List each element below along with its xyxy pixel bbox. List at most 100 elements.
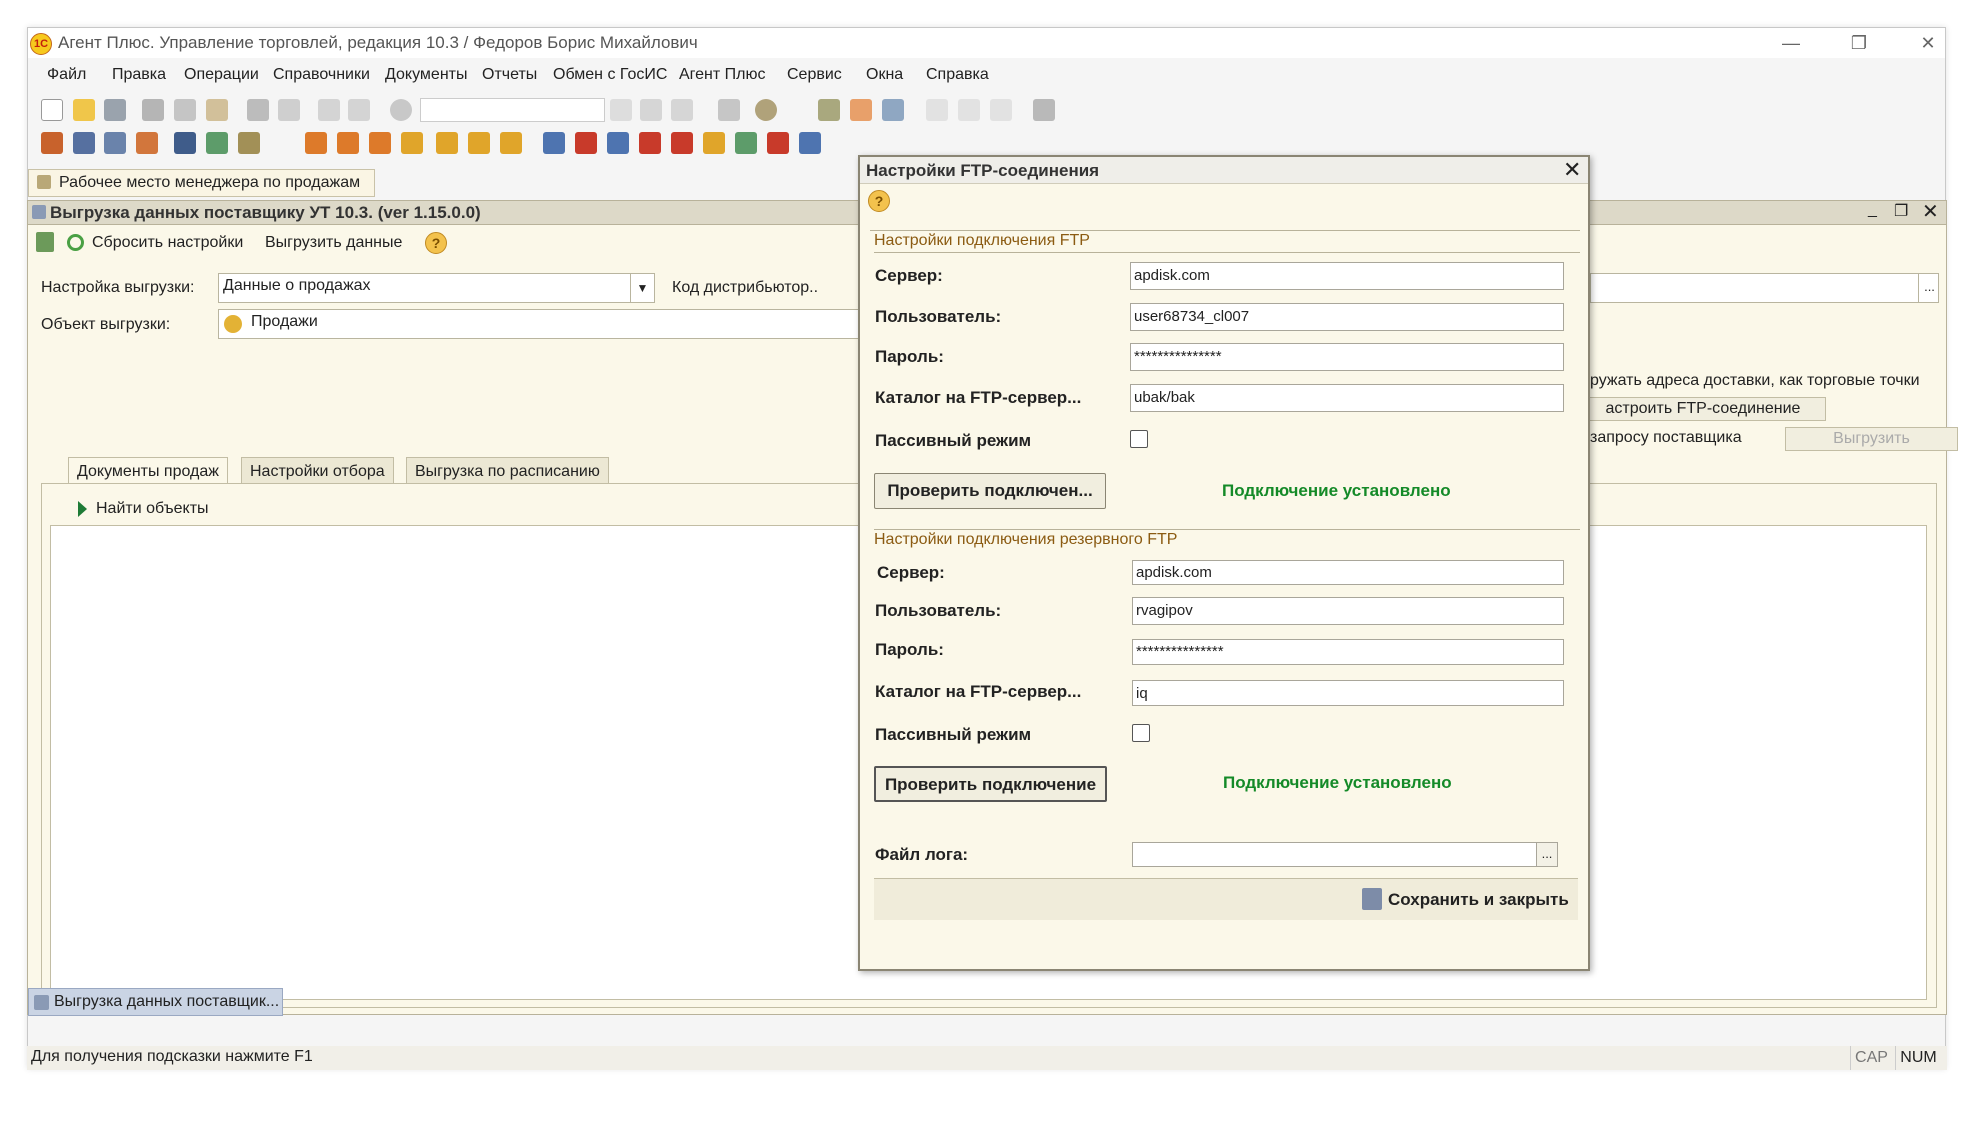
- toolbar-icon-16[interactable]: [575, 132, 597, 154]
- toolbar-icon-17[interactable]: [607, 132, 629, 154]
- windows-icon[interactable]: [718, 99, 740, 121]
- toolbar-icon-6[interactable]: [206, 132, 228, 154]
- info-icon[interactable]: [755, 99, 777, 121]
- save-icon[interactable]: [104, 99, 126, 121]
- close-button[interactable]: ✕: [1908, 30, 1948, 56]
- expand-triangle-icon[interactable]: [78, 501, 87, 517]
- toolbar-icon-11[interactable]: [401, 132, 423, 154]
- calculator-icon[interactable]: [818, 99, 840, 121]
- backup-passive-mode-checkbox[interactable]: [1132, 724, 1150, 742]
- toolbar-icon-19[interactable]: [671, 132, 693, 154]
- distributor-code-input[interactable]: ...: [1590, 273, 1939, 303]
- tab-schedule-export[interactable]: Выгрузка по расписанию: [406, 457, 609, 484]
- export-object-field[interactable]: Продажи: [218, 309, 865, 339]
- tab-sales-documents[interactable]: Документы продаж: [68, 457, 228, 484]
- subwindow-close-button[interactable]: ✕: [1922, 199, 1939, 224]
- toolbar-icon-23[interactable]: [799, 132, 821, 154]
- search-combo[interactable]: [420, 98, 605, 122]
- toolbar-icon-7[interactable]: [238, 132, 260, 154]
- toolbar-icon-22[interactable]: [767, 132, 789, 154]
- export-data-button[interactable]: Выгрузить данные: [265, 234, 402, 252]
- backup-user-input[interactable]: rvagipov: [1132, 597, 1564, 625]
- subwindow-restore-button[interactable]: ❐: [1894, 201, 1908, 221]
- open-folder-icon[interactable]: [73, 99, 95, 121]
- memory-m-icon[interactable]: [926, 99, 948, 121]
- check-connection-button[interactable]: Проверить подключен...: [874, 473, 1106, 509]
- caps-indicator: CAP: [1850, 1046, 1892, 1070]
- subwindow-minimize-button[interactable]: _: [1868, 201, 1877, 219]
- menu-agent-plus[interactable]: Агент Плюс: [679, 66, 766, 84]
- toolbar-icon-5[interactable]: [174, 132, 196, 154]
- menu-edit[interactable]: Правка: [112, 66, 166, 84]
- log-browse-button[interactable]: ...: [1536, 843, 1557, 866]
- settings-wrench-icon[interactable]: [1033, 99, 1055, 121]
- toolbar-icon-15[interactable]: [543, 132, 565, 154]
- backup-ftp-directory-input[interactable]: iq: [1132, 680, 1564, 706]
- memory-plus-icon[interactable]: [958, 99, 980, 121]
- print-preview-icon[interactable]: [278, 99, 300, 121]
- toolbar-icon-3[interactable]: [104, 132, 126, 154]
- undo-icon[interactable]: [318, 99, 340, 121]
- toolbar-icon-10[interactable]: [369, 132, 391, 154]
- save-and-close-button[interactable]: Сохранить и закрыть: [1362, 885, 1574, 915]
- tab-manager-workplace[interactable]: Рабочее место менеджера по продажам: [28, 169, 375, 197]
- export-icon[interactable]: [36, 232, 54, 252]
- toolbar-icon-4[interactable]: [136, 132, 158, 154]
- toolbar-icon-2[interactable]: [73, 132, 95, 154]
- toolbar-icon-12[interactable]: [436, 132, 458, 154]
- toolbar-icon-20[interactable]: [703, 132, 725, 154]
- reset-settings-button[interactable]: Сбросить настройки: [92, 234, 243, 252]
- find-objects-toggle[interactable]: Найти объекты: [96, 500, 209, 518]
- toolbar-icon-13[interactable]: [468, 132, 490, 154]
- server-input[interactable]: apdisk.com: [1130, 262, 1564, 290]
- print-icon[interactable]: [247, 99, 269, 121]
- chevron-down-icon[interactable]: ▼: [630, 274, 654, 302]
- new-document-icon[interactable]: [41, 99, 63, 121]
- users-icon[interactable]: [882, 99, 904, 121]
- menu-file[interactable]: Файл: [47, 66, 86, 84]
- toolbar-icon-18[interactable]: [639, 132, 661, 154]
- backup-server-input[interactable]: apdisk.com: [1132, 560, 1564, 585]
- dialog-help-icon[interactable]: ?: [868, 190, 890, 212]
- backup-check-connection-button[interactable]: Проверить подключение: [874, 766, 1107, 802]
- search-icon[interactable]: [390, 99, 412, 121]
- toolbar-icon-14[interactable]: [500, 132, 522, 154]
- log-file-input[interactable]: ...: [1132, 842, 1558, 867]
- menu-gosis[interactable]: Обмен с ГосИС: [553, 66, 667, 84]
- menu-help[interactable]: Справка: [926, 66, 989, 84]
- help-icon[interactable]: ?: [425, 232, 447, 254]
- distributor-browse-button[interactable]: ...: [1918, 274, 1938, 302]
- export-button-disabled[interactable]: Выгрузить: [1785, 427, 1958, 451]
- calendar-icon[interactable]: [850, 99, 872, 121]
- menu-service[interactable]: Сервис: [787, 66, 842, 84]
- passive-mode-checkbox[interactable]: [1130, 430, 1148, 448]
- copy-icon[interactable]: [174, 99, 196, 121]
- memory-minus-icon[interactable]: [990, 99, 1012, 121]
- export-setting-select[interactable]: Данные о продажах ▼: [218, 273, 655, 303]
- restore-button[interactable]: ❐: [1839, 30, 1879, 56]
- toolbar-icon-21[interactable]: [735, 132, 757, 154]
- toolbar-icon-1[interactable]: [41, 132, 63, 154]
- menu-reports[interactable]: Отчеты: [482, 66, 537, 84]
- dialog-close-button[interactable]: ✕: [1563, 157, 1581, 183]
- taskbar-export-item[interactable]: Выгрузка данных поставщик...: [28, 988, 283, 1016]
- menu-catalogs[interactable]: Справочники: [273, 66, 370, 84]
- clear-search-icon[interactable]: [610, 99, 632, 121]
- cut-icon[interactable]: [142, 99, 164, 121]
- redo-icon[interactable]: [348, 99, 370, 121]
- backup-password-input[interactable]: ***************: [1132, 639, 1564, 665]
- menu-operations[interactable]: Операции: [184, 66, 259, 84]
- minimize-button[interactable]: —: [1771, 30, 1811, 56]
- password-input[interactable]: ***************: [1130, 343, 1564, 371]
- search-prev-icon[interactable]: [671, 99, 693, 121]
- user-input[interactable]: user68734_cl007: [1130, 303, 1564, 331]
- toolbar-icon-9[interactable]: [337, 132, 359, 154]
- paste-icon[interactable]: [206, 99, 228, 121]
- toolbar-icon-8[interactable]: [305, 132, 327, 154]
- tab-filter-settings[interactable]: Настройки отбора: [241, 457, 394, 484]
- ftp-directory-input[interactable]: ubak/bak: [1130, 384, 1564, 412]
- menu-windows[interactable]: Окна: [866, 66, 903, 84]
- search-next-icon[interactable]: [640, 99, 662, 121]
- configure-ftp-button[interactable]: астроить FTP-соединение: [1580, 397, 1826, 421]
- menu-documents[interactable]: Документы: [385, 66, 467, 84]
